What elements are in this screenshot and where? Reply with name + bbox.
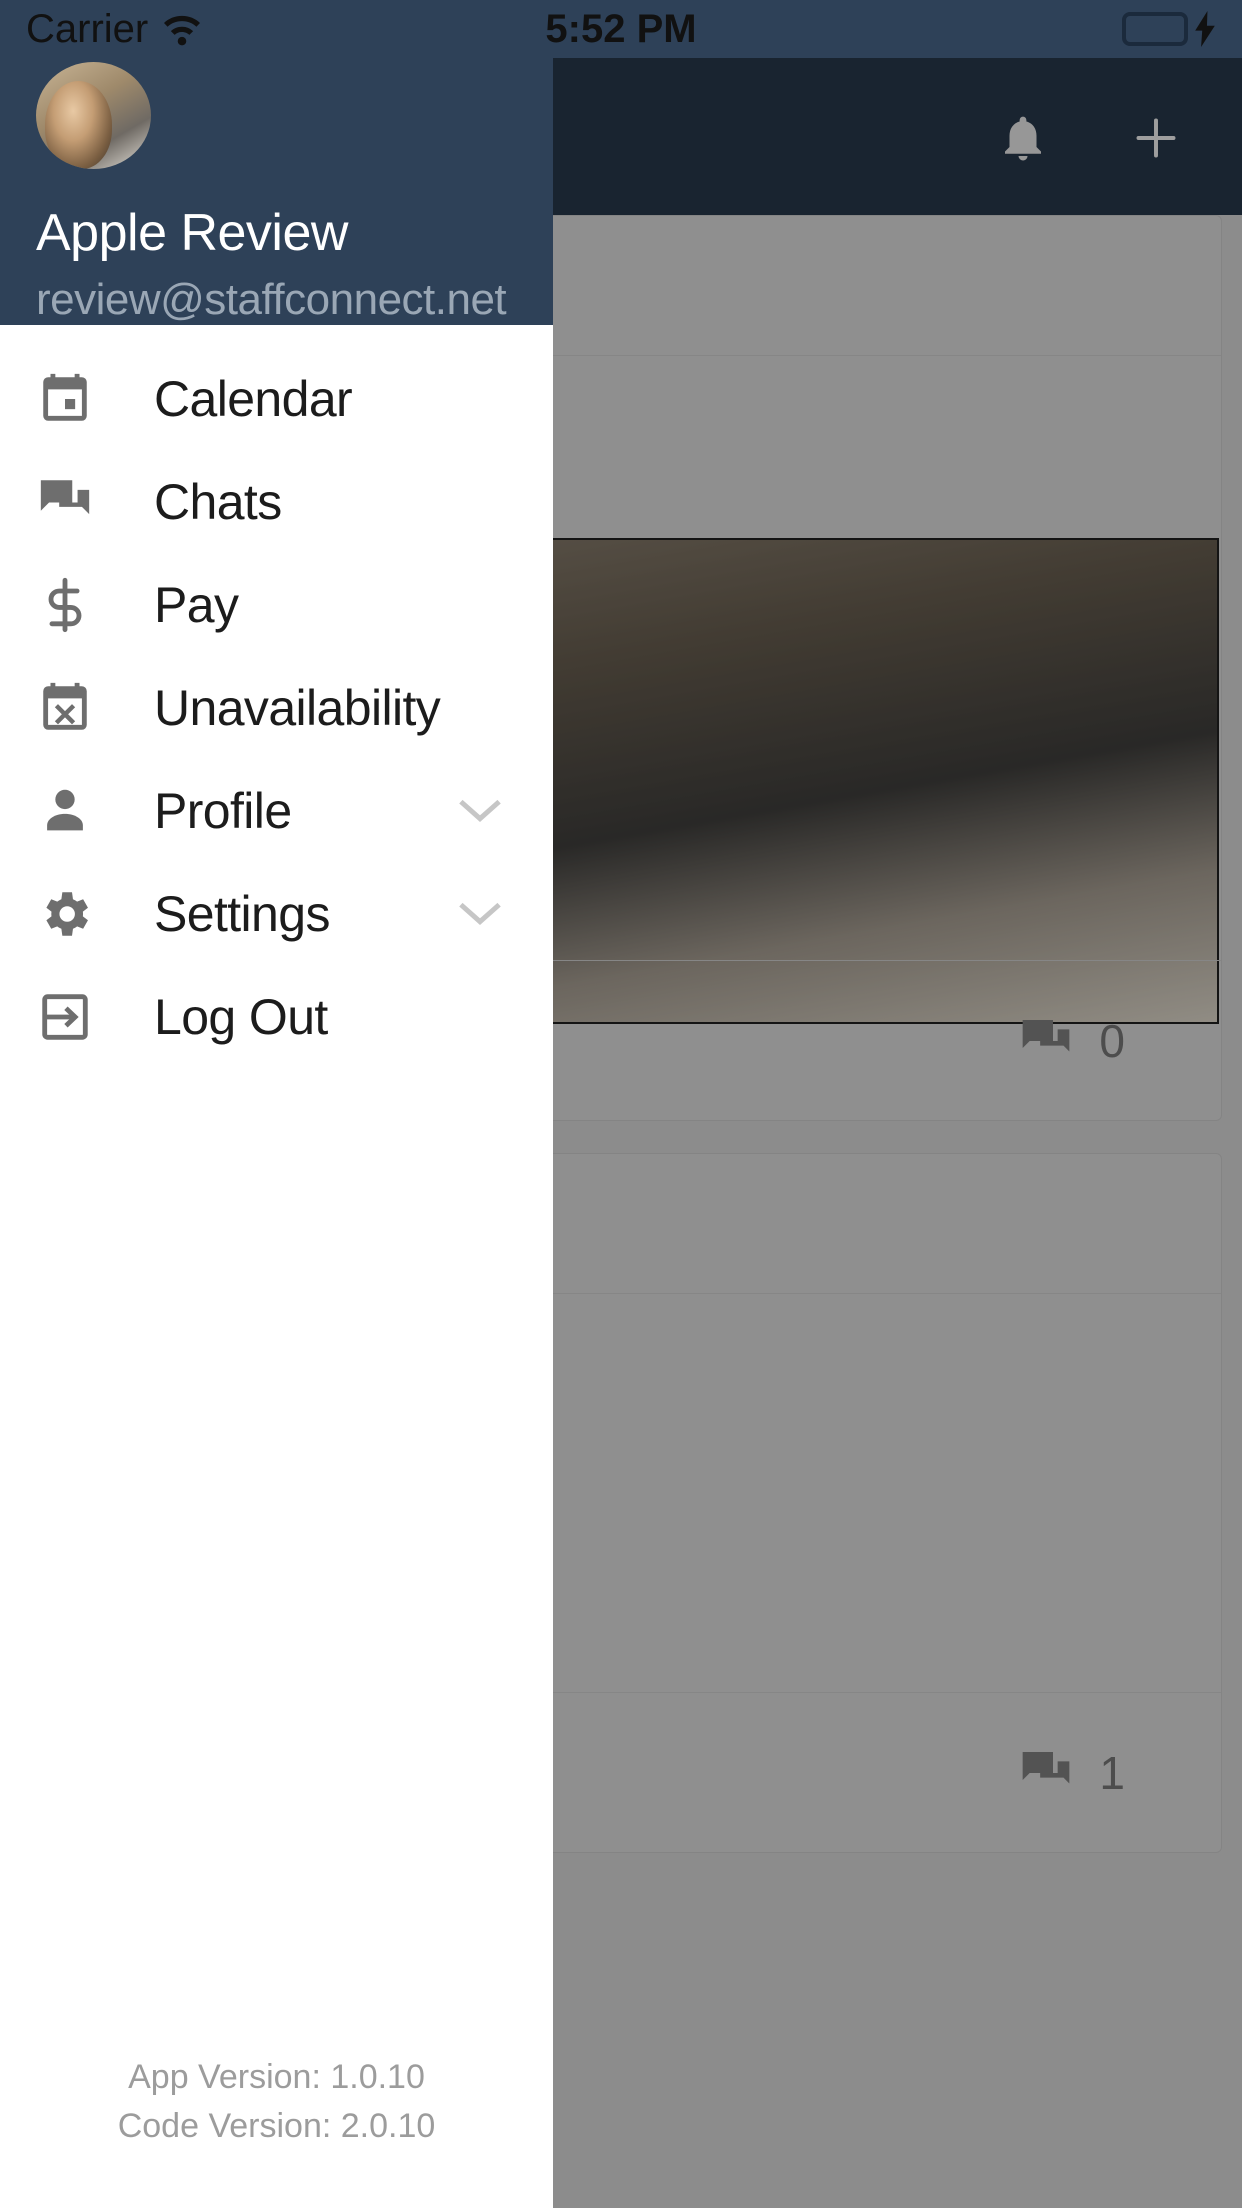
- status-bar: Carrier 5:52 PM: [0, 0, 1242, 58]
- menu-item-label: Settings: [154, 885, 330, 942]
- code-version-label: Code Version: 2.0.10: [117, 2106, 436, 2145]
- menu-item-label: Unavailability: [154, 679, 441, 736]
- menu-item-label: Pay: [154, 576, 239, 633]
- logout-icon: [36, 988, 154, 1046]
- drawer-footer: App Version: 1.0.10 Code Version: 2.0.10: [0, 2053, 553, 2208]
- person-icon: [36, 782, 154, 840]
- profile-name: Apple Review: [36, 204, 348, 262]
- calendar-icon: [36, 370, 154, 428]
- app-version-label: App Version: 1.0.10: [128, 2058, 425, 2097]
- drawer-menu: Calendar Chats Pay Unavailability Profil…: [0, 325, 553, 2053]
- menu-item-unavailability[interactable]: Unavailability: [0, 656, 553, 759]
- avatar[interactable]: [36, 62, 151, 169]
- menu-item-settings[interactable]: Settings: [0, 862, 553, 965]
- chevron-down-icon[interactable]: [457, 796, 521, 826]
- dollar-sign-icon: [36, 576, 154, 634]
- menu-item-label: Log Out: [154, 988, 328, 1045]
- battery-icon: [1122, 12, 1188, 46]
- menu-item-log-out[interactable]: Log Out: [0, 965, 553, 1068]
- chat-bubbles-icon: [36, 473, 154, 531]
- status-bar-clock: 5:52 PM: [545, 6, 697, 51]
- menu-item-chats[interactable]: Chats: [0, 450, 553, 553]
- menu-item-profile[interactable]: Profile: [0, 759, 553, 862]
- gear-icon: [36, 885, 154, 943]
- menu-item-pay[interactable]: Pay: [0, 553, 553, 656]
- calendar-x-icon: [36, 679, 154, 737]
- menu-item-label: Calendar: [154, 370, 353, 427]
- status-bar-right: [1122, 11, 1216, 47]
- menu-item-label: Chats: [154, 473, 282, 530]
- bolt-icon: [1194, 11, 1216, 47]
- profile-email: review@staffconnect.net: [36, 275, 507, 324]
- menu-item-calendar[interactable]: Calendar: [0, 347, 553, 450]
- app-root: fice today! Can't wait ng campaign that …: [0, 0, 1242, 2208]
- chevron-down-icon[interactable]: [457, 899, 521, 929]
- navigation-drawer: Apple Review review@staffconnect.net Cal…: [0, 0, 553, 2208]
- menu-item-label: Profile: [154, 782, 292, 839]
